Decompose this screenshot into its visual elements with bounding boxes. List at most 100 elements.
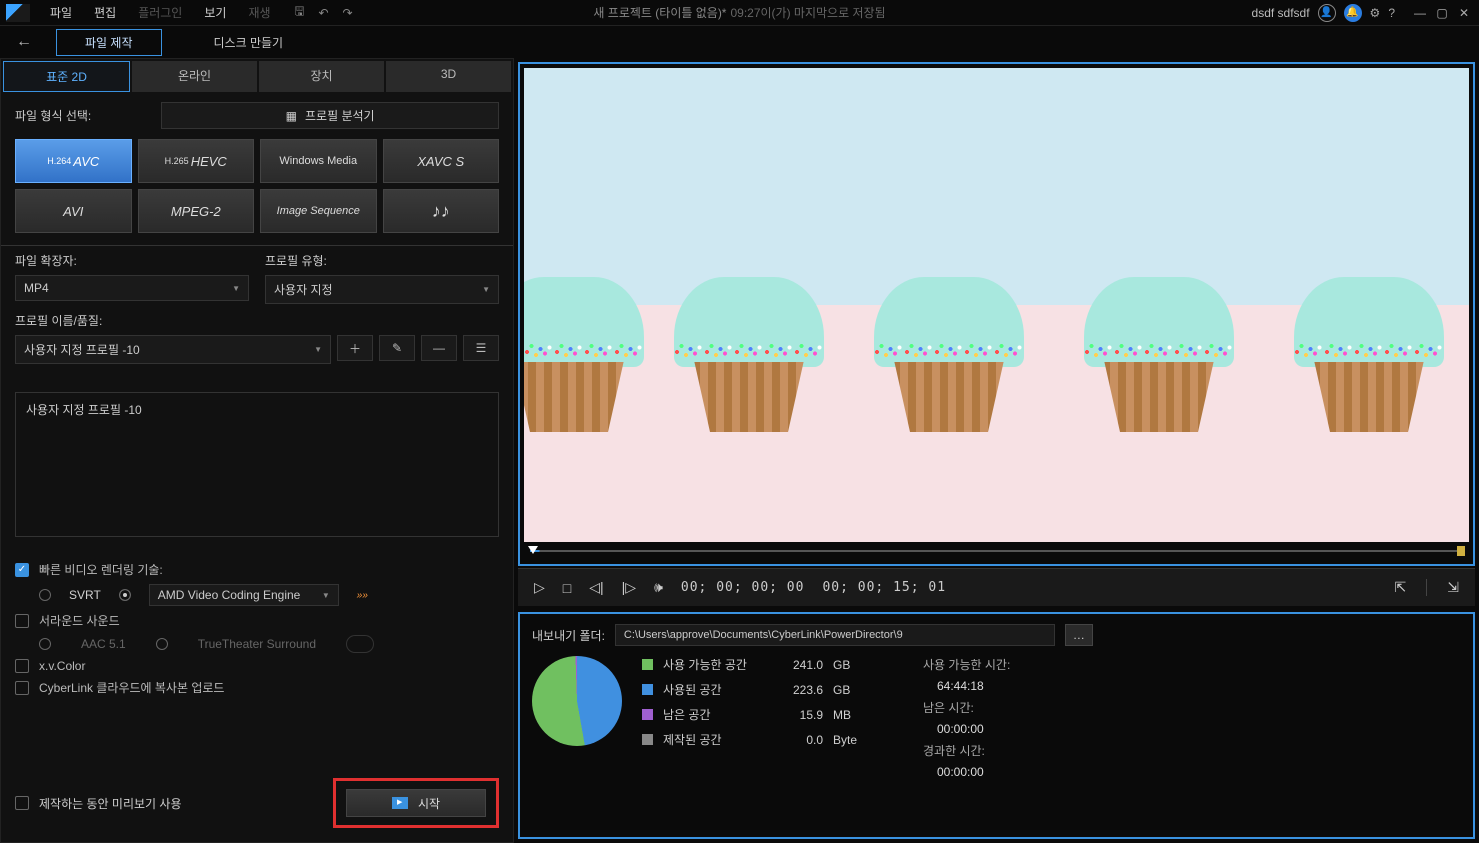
svrt-radio[interactable] — [39, 589, 51, 601]
svrt-label: SVRT — [69, 588, 101, 602]
app-logo-icon — [6, 4, 30, 22]
format-mpeg2[interactable]: MPEG-2 — [138, 189, 255, 233]
fast-render-label: 빠른 비디오 렌더링 기술: — [39, 561, 163, 578]
fast-render-checkbox[interactable] — [15, 563, 29, 577]
profile-details-button[interactable]: ☰ — [463, 335, 499, 361]
play-icon[interactable]: ▷ — [534, 579, 545, 596]
aac-radio — [39, 638, 51, 650]
profile-delete-button[interactable]: — — [421, 335, 457, 361]
format-image-sequence[interactable]: Image Sequence — [260, 189, 377, 233]
xvcolor-checkbox[interactable] — [15, 659, 29, 673]
notification-icon[interactable]: 🔔 — [1344, 4, 1362, 22]
time-info: 사용 가능한 시간: 64:44:18 남은 시간: 00:00:00 경과한 … — [923, 656, 1010, 779]
film-icon — [392, 797, 408, 809]
volume-icon[interactable]: 🕪 — [654, 579, 663, 596]
playhead-icon[interactable] — [528, 546, 538, 554]
tts-preview-icon — [346, 635, 374, 653]
hw-engine-radio[interactable] — [119, 589, 131, 601]
output-tabs: 표준 2D 온라인 장치 3D — [3, 61, 511, 92]
analyzer-icon: ▦ — [286, 109, 297, 123]
saved-status: 09:27이(가) 마지막으로 저장됨 — [730, 4, 885, 21]
redo-icon[interactable]: ↷ — [339, 4, 357, 22]
menu-file[interactable]: 파일 — [40, 1, 82, 24]
help-icon[interactable]: ? — [1388, 6, 1395, 20]
end-marker-icon[interactable] — [1457, 546, 1465, 556]
tab-3d[interactable]: 3D — [386, 61, 511, 92]
mark-out-icon[interactable]: ⇲ — [1447, 579, 1459, 596]
topbar-right: dsdf sdfsdf 👤 🔔 ⚙ ? — ▢ ✕ — [1252, 4, 1473, 22]
format-select-label: 파일 형식 선택: — [15, 107, 91, 124]
profile-description: 사용자 지정 프로필 -10 — [15, 392, 499, 537]
window-buttons: — ▢ ✕ — [1411, 6, 1473, 20]
cloud-label: CyberLink 클라우드에 복사본 업로드 — [39, 679, 224, 696]
extension-select[interactable]: MP4 — [15, 275, 249, 301]
export-navbar: ← 파일 제작 디스크 만들기 — [0, 26, 1479, 58]
profile-add-button[interactable]: ＋ — [337, 335, 373, 361]
maximize-icon[interactable]: ▢ — [1433, 6, 1451, 20]
preview-while-checkbox[interactable] — [15, 796, 29, 810]
mark-in-icon[interactable]: ⇱ — [1395, 579, 1407, 596]
preview-container — [518, 62, 1475, 566]
tts-radio — [156, 638, 168, 650]
start-highlight-box: 시작 — [333, 778, 499, 828]
profile-name-label: 프로필 이름/품질: — [15, 312, 499, 329]
export-info-panel: 내보내기 폴더: C:\Users\approve\Documents\Cybe… — [518, 612, 1475, 839]
scrub-bar[interactable] — [524, 546, 1469, 556]
browse-folder-button[interactable]: … — [1065, 624, 1093, 646]
export-folder-input[interactable]: C:\Users\approve\Documents\CyberLink\Pow… — [615, 624, 1055, 646]
profile-analyzer-button[interactable]: ▦ 프로필 분석기 — [161, 102, 499, 129]
settings-panel: 표준 2D 온라인 장치 3D 파일 형식 선택: ▦ 프로필 분석기 H.26… — [0, 58, 514, 843]
menu-edit[interactable]: 편집 — [84, 1, 126, 24]
profile-type-label: 프로필 유형: — [265, 252, 499, 269]
surround-checkbox[interactable] — [15, 614, 29, 628]
format-audio[interactable]: ♪♪ — [383, 189, 500, 233]
profile-type-select[interactable]: 사용자 지정 — [265, 275, 499, 304]
user-name: dsdf sdfsdf — [1252, 6, 1310, 20]
tab-standard-2d[interactable]: 표준 2D — [3, 61, 130, 92]
format-h264-avc[interactable]: H.264AVC — [15, 139, 132, 183]
timecode-total: 00; 00; 15; 01 — [822, 580, 946, 595]
tab-device[interactable]: 장치 — [259, 61, 384, 92]
prev-frame-icon[interactable]: ◁| — [589, 579, 603, 596]
next-frame-icon[interactable]: |▷ — [622, 579, 636, 596]
back-arrow-icon[interactable]: ← — [16, 33, 32, 51]
menu-plugin: 플러그인 — [128, 1, 192, 24]
hw-engine-select[interactable]: AMD Video Coding Engine — [149, 584, 339, 606]
settings-icon[interactable]: ⚙ — [1370, 6, 1381, 20]
video-preview[interactable] — [524, 68, 1469, 542]
start-button[interactable]: 시작 — [346, 789, 486, 817]
profile-edit-button[interactable]: ✎ — [379, 335, 415, 361]
format-windows-media[interactable]: Windows Media — [260, 139, 377, 183]
profile-name-select[interactable]: 사용자 지정 프로필 -10 — [15, 335, 331, 364]
toolbar-icons: 🖫 ↶ ↷ — [291, 4, 357, 22]
xvcolor-label: x.v.Color — [39, 659, 85, 673]
menu-play: 재생 — [238, 1, 280, 24]
format-avi[interactable]: AVI — [15, 189, 132, 233]
nav-disc-create[interactable]: 디스크 만들기 — [186, 30, 312, 55]
export-folder-label: 내보내기 폴더: — [532, 627, 605, 644]
disk-usage-pie — [532, 656, 622, 746]
disk-legend: 사용 가능한 공간241.0GB 사용된 공간223.6GB 남은 공간15.9… — [642, 656, 863, 779]
preview-while-label: 제작하는 동안 미리보기 사용 — [39, 795, 181, 812]
format-xavc-s[interactable]: XAVC S — [383, 139, 500, 183]
cloud-checkbox[interactable] — [15, 681, 29, 695]
right-panel: ▷ □ ◁| |▷ 🕪 00; 00; 00; 00 00; 00; 15; 0… — [514, 58, 1479, 843]
nav-file-production[interactable]: 파일 제작 — [56, 29, 162, 56]
format-grid: H.264AVC H.265HEVC Windows Media XAVC S … — [15, 139, 499, 233]
tab-online[interactable]: 온라인 — [132, 61, 257, 92]
surround-label: 서라운드 사운드 — [39, 612, 120, 629]
format-h265-hevc[interactable]: H.265HEVC — [138, 139, 255, 183]
project-title: 새 프로젝트 (타이틀 없음)* — [593, 4, 726, 21]
undo-icon[interactable]: ↶ — [315, 4, 333, 22]
minimize-icon[interactable]: — — [1411, 6, 1429, 20]
main-menu: 파일 편집 플러그인 보기 재생 — [40, 1, 281, 24]
stop-icon[interactable]: □ — [563, 580, 571, 596]
topbar: 파일 편집 플러그인 보기 재생 🖫 ↶ ↷ 새 프로젝트 (타이틀 없음)* … — [0, 0, 1479, 26]
user-icon[interactable]: 👤 — [1318, 4, 1336, 22]
menu-view[interactable]: 보기 — [194, 1, 236, 24]
save-icon[interactable]: 🖫 — [291, 4, 309, 22]
close-icon[interactable]: ✕ — [1455, 6, 1473, 20]
title-area: 새 프로젝트 (타이틀 없음)* 09:27이(가) 마지막으로 저장됨 — [593, 4, 885, 21]
timecode-current: 00; 00; 00; 00 — [681, 580, 805, 595]
playback-controls: ▷ □ ◁| |▷ 🕪 00; 00; 00; 00 00; 00; 15; 0… — [518, 568, 1475, 606]
